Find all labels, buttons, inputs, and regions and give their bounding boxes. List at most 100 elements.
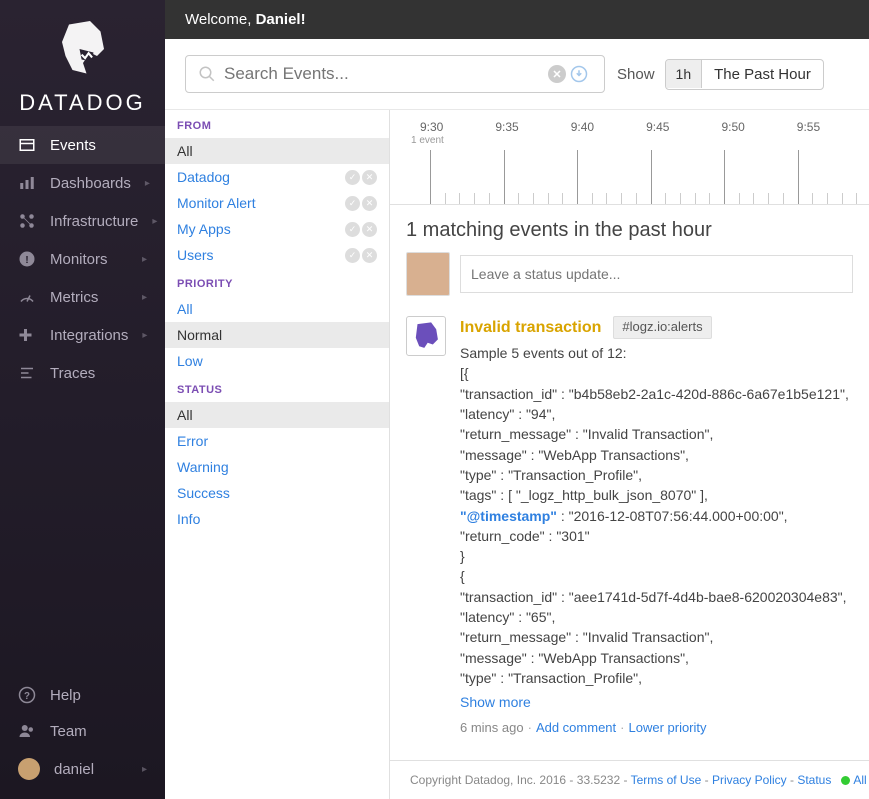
filter-item-label: All xyxy=(177,143,193,159)
x-icon[interactable]: ✕ xyxy=(362,222,377,237)
status-input[interactable] xyxy=(460,255,853,293)
status-indicator-icon xyxy=(841,776,850,785)
main-nav: Events Dashboards ▸ Infrastructure ▸ ! M… xyxy=(0,126,165,677)
event-json-line: { xyxy=(460,566,853,586)
chevron-right-icon: ▸ xyxy=(142,292,147,303)
search-input[interactable] xyxy=(224,64,548,84)
filter-item-label: Low xyxy=(177,353,203,369)
integrations-icon xyxy=(18,326,36,344)
nav-traces[interactable]: Traces xyxy=(0,354,165,392)
filter-item-label: All xyxy=(177,301,193,317)
filter-heading-from: FROM xyxy=(165,110,389,138)
svg-text:?: ? xyxy=(24,691,30,702)
bottom-nav: ? Help Team daniel ▸ xyxy=(0,677,165,799)
welcome-name: Daniel! xyxy=(256,11,306,28)
filter-item-from-my-apps[interactable]: My Apps ✓✕ xyxy=(165,216,389,242)
timeline-tick-label: 9:55 xyxy=(797,120,820,134)
event-json-line: "transaction_id" : "b4b58eb2-2a1c-420d-8… xyxy=(460,384,853,404)
add-comment-link[interactable]: Add comment xyxy=(536,720,616,735)
timeline-sublabel: 1 event xyxy=(390,135,869,146)
filter-item-priority-low[interactable]: Low xyxy=(165,348,389,374)
timerange-selector[interactable]: 1h The Past Hour xyxy=(665,59,824,90)
check-icon[interactable]: ✓ xyxy=(345,222,360,237)
status-update-row xyxy=(390,252,869,308)
filter-item-label: Success xyxy=(177,485,230,501)
event-title[interactable]: Invalid transaction xyxy=(460,316,601,339)
save-search-button[interactable] xyxy=(574,65,592,83)
filter-item-priority-normal[interactable]: Normal xyxy=(165,322,389,348)
timeline[interactable]: 9:309:359:409:459:509:55 1 event xyxy=(390,110,869,205)
nav-events[interactable]: Events xyxy=(0,126,165,164)
filter-item-label: Warning xyxy=(177,459,229,475)
event-json-line: "message" : "WebApp Transactions", xyxy=(460,648,853,668)
filter-item-from-monitor-alert[interactable]: Monitor Alert✓✕ xyxy=(165,190,389,216)
nav-label: Traces xyxy=(50,365,95,382)
footer-status-link[interactable]: Status xyxy=(797,773,831,787)
filter-item-priority-all[interactable]: All xyxy=(165,296,389,322)
search-row: ✕ Show 1h The Past Hour xyxy=(165,39,869,110)
event-json-line: "latency" : "65", xyxy=(460,607,853,627)
x-icon[interactable]: ✕ xyxy=(362,196,377,211)
filter-item-status-error[interactable]: Error xyxy=(165,428,389,454)
check-icon[interactable]: ✓ xyxy=(345,196,360,211)
brand-name: DATADOG xyxy=(0,90,165,116)
timeline-tick-label: 9:35 xyxy=(495,120,518,134)
nav-label: Integrations xyxy=(50,327,128,344)
nav-user[interactable]: daniel ▸ xyxy=(0,749,165,789)
nav-integrations[interactable]: Integrations ▸ xyxy=(0,316,165,354)
team-icon xyxy=(18,722,36,740)
nav-help[interactable]: ? Help xyxy=(0,677,165,713)
timeline-tick-label: 9:30 xyxy=(420,120,443,134)
filter-item-status-info[interactable]: Info xyxy=(165,506,389,532)
filter-heading-priority: PRIORITY xyxy=(165,268,389,296)
filter-item-status-success[interactable]: Success xyxy=(165,480,389,506)
monitors-icon: ! xyxy=(18,250,36,268)
check-icon[interactable]: ✓ xyxy=(345,170,360,185)
lower-priority-link[interactable]: Lower priority xyxy=(628,720,706,735)
filter-item-label: Datadog xyxy=(177,169,230,185)
filter-item-from-users[interactable]: Users✓✕ xyxy=(165,242,389,268)
event-json-line: "type" : "Transaction_Profile", xyxy=(460,465,853,485)
event-body: Invalid transaction #logz.io:alerts Samp… xyxy=(460,316,853,737)
filter-heading-status: STATUS xyxy=(165,374,389,402)
nav-label: Infrastructure xyxy=(50,213,138,230)
nav-dashboards[interactable]: Dashboards ▸ xyxy=(0,164,165,202)
footer: Copyright Datadog, Inc. 2016 - 33.5232 -… xyxy=(390,760,869,799)
x-icon[interactable]: ✕ xyxy=(362,248,377,263)
nav-infrastructure[interactable]: Infrastructure ▸ xyxy=(0,202,165,240)
chevron-right-icon: ▸ xyxy=(142,330,147,341)
filter-item-from-all[interactable]: All xyxy=(165,138,389,164)
events-icon xyxy=(18,136,36,154)
check-icon[interactable]: ✓ xyxy=(345,248,360,263)
timeline-tick-label: 9:50 xyxy=(721,120,744,134)
datadog-logo-icon xyxy=(48,14,118,84)
event-summary: Sample 5 events out of 12: xyxy=(460,343,853,363)
nav-team[interactable]: Team xyxy=(0,713,165,749)
footer-terms-link[interactable]: Terms of Use xyxy=(631,773,702,787)
event-meta: 6 mins ago·Add comment·Lower priority xyxy=(460,719,853,738)
show-more-link[interactable]: Show more xyxy=(460,692,531,712)
x-icon[interactable]: ✕ xyxy=(362,170,377,185)
event-tag[interactable]: #logz.io:alerts xyxy=(613,316,711,339)
main-content: Welcome, Daniel! ✕ Show 1h The Past Hour xyxy=(165,0,869,799)
dashboards-icon xyxy=(18,174,36,192)
event-json-line: "type" : "Transaction_Profile", xyxy=(460,668,853,688)
nav-metrics[interactable]: Metrics ▸ xyxy=(0,278,165,316)
chevron-right-icon: ▸ xyxy=(142,764,147,775)
metrics-icon xyxy=(18,288,36,306)
event-time: 6 mins ago xyxy=(460,720,524,735)
filter-item-status-all[interactable]: All xyxy=(165,402,389,428)
footer-allsys-link[interactable]: All Sys xyxy=(853,773,869,787)
timerange-pill: 1h xyxy=(666,60,703,88)
filter-item-status-warning[interactable]: Warning xyxy=(165,454,389,480)
clear-search-button[interactable]: ✕ xyxy=(548,65,566,83)
nav-label: Help xyxy=(50,687,81,704)
footer-privacy-link[interactable]: Privacy Policy xyxy=(712,773,787,787)
filter-item-label: My Apps xyxy=(177,221,231,237)
welcome-prefix: Welcome, xyxy=(185,11,256,28)
nav-monitors[interactable]: ! Monitors ▸ xyxy=(0,240,165,278)
logo-area: DATADOG xyxy=(0,0,165,126)
filter-item-actions: ✓✕ xyxy=(345,196,377,211)
filter-item-from-datadog[interactable]: Datadog ✓✕ xyxy=(165,164,389,190)
search-field-wrap[interactable]: ✕ xyxy=(185,55,605,93)
